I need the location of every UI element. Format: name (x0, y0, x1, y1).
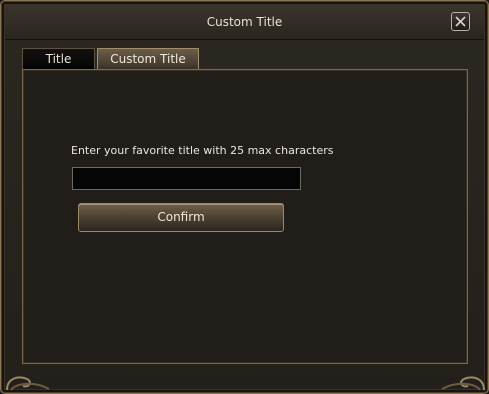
title-prompt-label: Enter your favorite title with 25 max ch… (71, 144, 334, 157)
confirm-button[interactable]: Confirm (78, 203, 284, 232)
window-title: Custom Title (206, 15, 283, 29)
tab-custom-title[interactable]: Custom Title (97, 48, 199, 69)
corner-ornament-right-icon (441, 376, 485, 391)
corner-ornament-left-icon (6, 376, 50, 391)
close-button[interactable] (451, 12, 470, 31)
custom-title-window: Custom Title Title Custom Title Enter yo… (0, 0, 489, 394)
title-bar[interactable]: Custom Title (5, 5, 484, 40)
custom-title-input[interactable] (72, 167, 301, 190)
close-icon (455, 16, 466, 27)
tab-title[interactable]: Title (22, 48, 95, 69)
